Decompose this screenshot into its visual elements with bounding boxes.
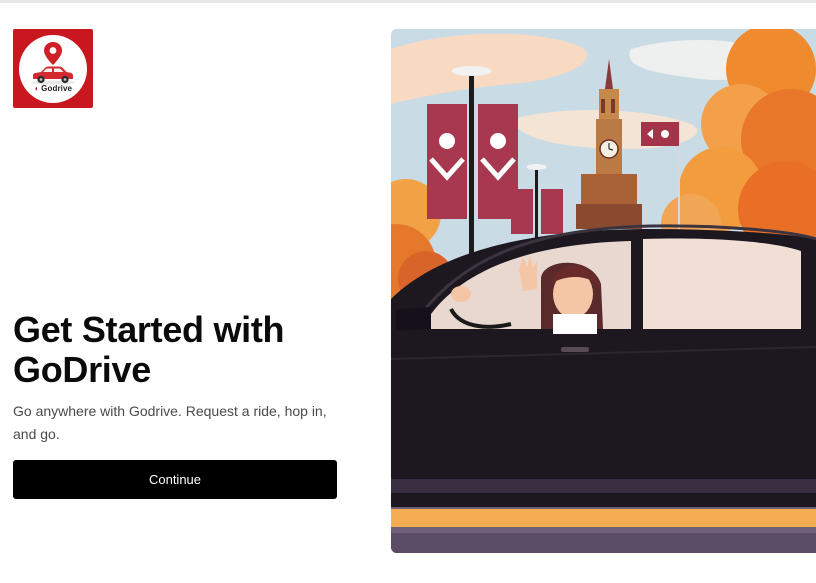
logo-wordmark: ◖ Godrive xyxy=(19,84,87,93)
top-divider xyxy=(0,0,816,3)
landing-page: ◖ Godrive Get Started with GoDrive Go an… xyxy=(0,0,816,583)
godrive-logo: ◖ Godrive xyxy=(13,29,93,108)
campus-ride-illustration xyxy=(391,29,816,553)
logo-mark-icon: ◖ xyxy=(33,83,39,93)
page-description: Go anywhere with Godrive. Request a ride… xyxy=(13,403,327,442)
page-title: Get Started with GoDrive xyxy=(13,309,285,390)
continue-button[interactable]: Continue xyxy=(13,460,337,499)
logo-badge: ◖ Godrive xyxy=(19,34,87,103)
map-pin-icon xyxy=(44,41,62,65)
hero-illustration xyxy=(391,29,816,553)
logo-wordmark-text: Godrive xyxy=(41,83,73,93)
car xyxy=(391,224,816,553)
road xyxy=(391,507,816,553)
car-icon xyxy=(31,66,75,84)
